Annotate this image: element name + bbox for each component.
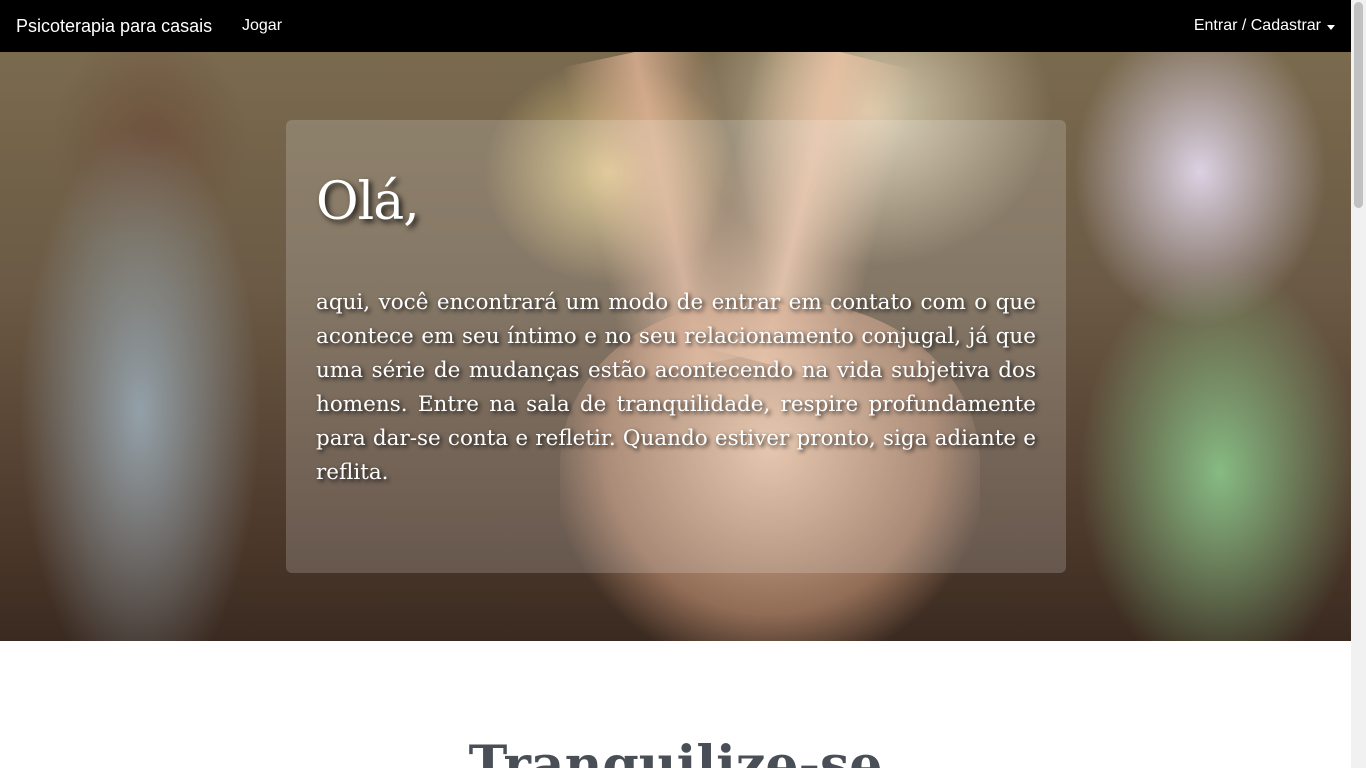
nav-link-jogar[interactable]: Jogar: [242, 17, 282, 35]
account-dropdown[interactable]: Entrar / Cadastrar: [1194, 17, 1335, 35]
account-dropdown-label: Entrar / Cadastrar: [1193, 17, 1321, 34]
brand-link[interactable]: Psicoterapia para casais: [16, 16, 212, 37]
section-title: Tranquilize-se: [468, 735, 883, 768]
page-scrollbar[interactable]: [1351, 0, 1366, 768]
welcome-panel: Olá, aqui, você encontrará um modo de en…: [286, 120, 1066, 573]
scrollbar-thumb[interactable]: [1354, 2, 1363, 208]
top-navbar: Psicoterapia para casais Jogar Entrar / …: [0, 0, 1351, 52]
caret-down-icon: [1327, 24, 1335, 30]
welcome-title: Olá,: [316, 172, 420, 232]
welcome-text: aqui, você encontrará um modo de entrar …: [316, 290, 1036, 485]
